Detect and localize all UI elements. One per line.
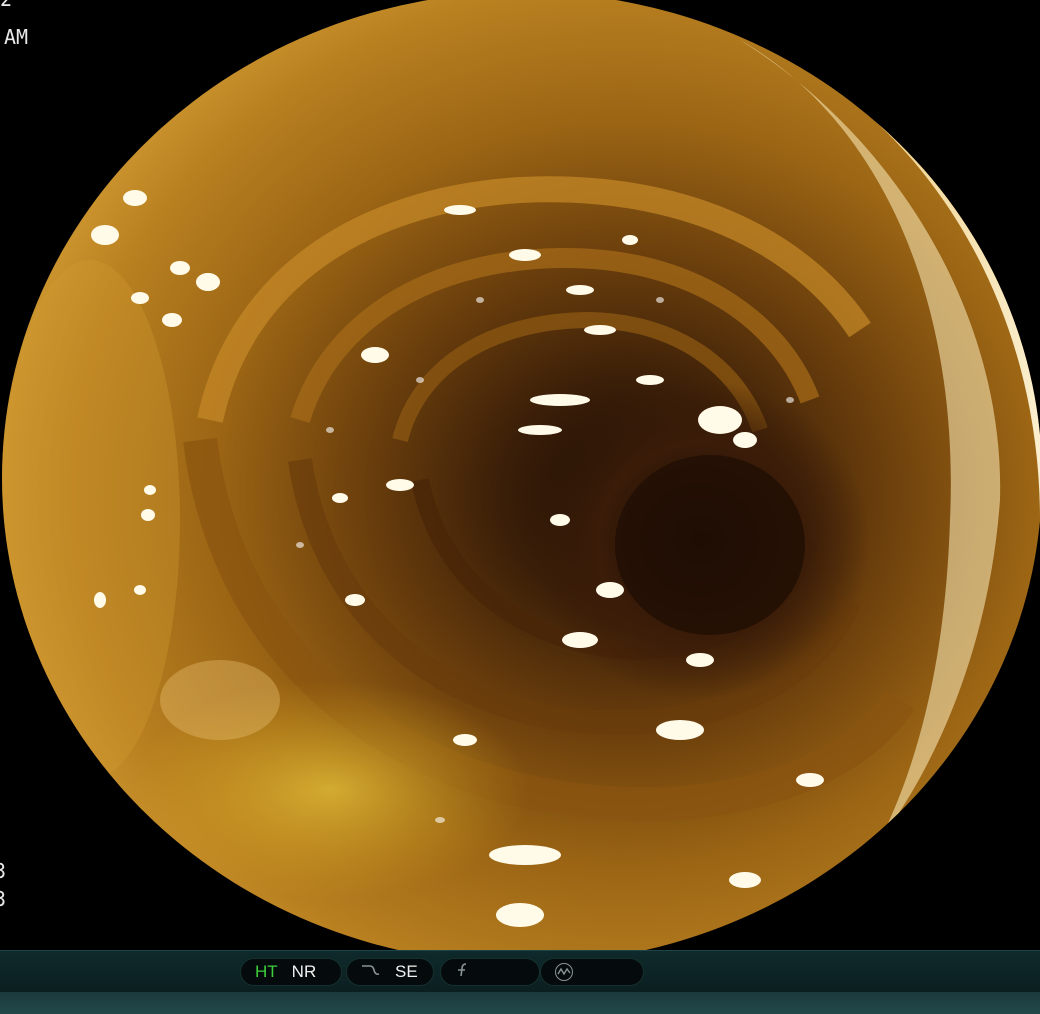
overlay-line-am: AM [4, 25, 29, 49]
se-label: SE [395, 962, 418, 981]
structure-enhance-icon [361, 963, 381, 982]
ht-label: HT [255, 962, 278, 981]
nr-label: NR [291, 962, 317, 981]
status-bar: HT NR SE [0, 950, 1040, 993]
overlay-bottom-line-2: 3 [0, 887, 7, 911]
endoscopic-view [2, 0, 1040, 950]
bottom-left-overlay: 3 3 [0, 860, 48, 948]
overlay-bottom-line-1: 3 [0, 859, 7, 883]
overlay-line-1: 2 [0, 0, 12, 10]
ht-nr-indicator: HT NR [240, 958, 342, 986]
top-left-overlay: 2 AM [0, 0, 48, 88]
endoscopy-screen: 2 AM 3 3 HT NR SE [0, 0, 1040, 1014]
status-bar-bottom-strip [0, 992, 1040, 1014]
color-tone-icon [455, 962, 471, 983]
se-indicator: SE [346, 958, 434, 986]
waveform-indicator [540, 958, 644, 986]
waveform-icon [555, 963, 573, 981]
color-tone-indicator [440, 958, 540, 986]
